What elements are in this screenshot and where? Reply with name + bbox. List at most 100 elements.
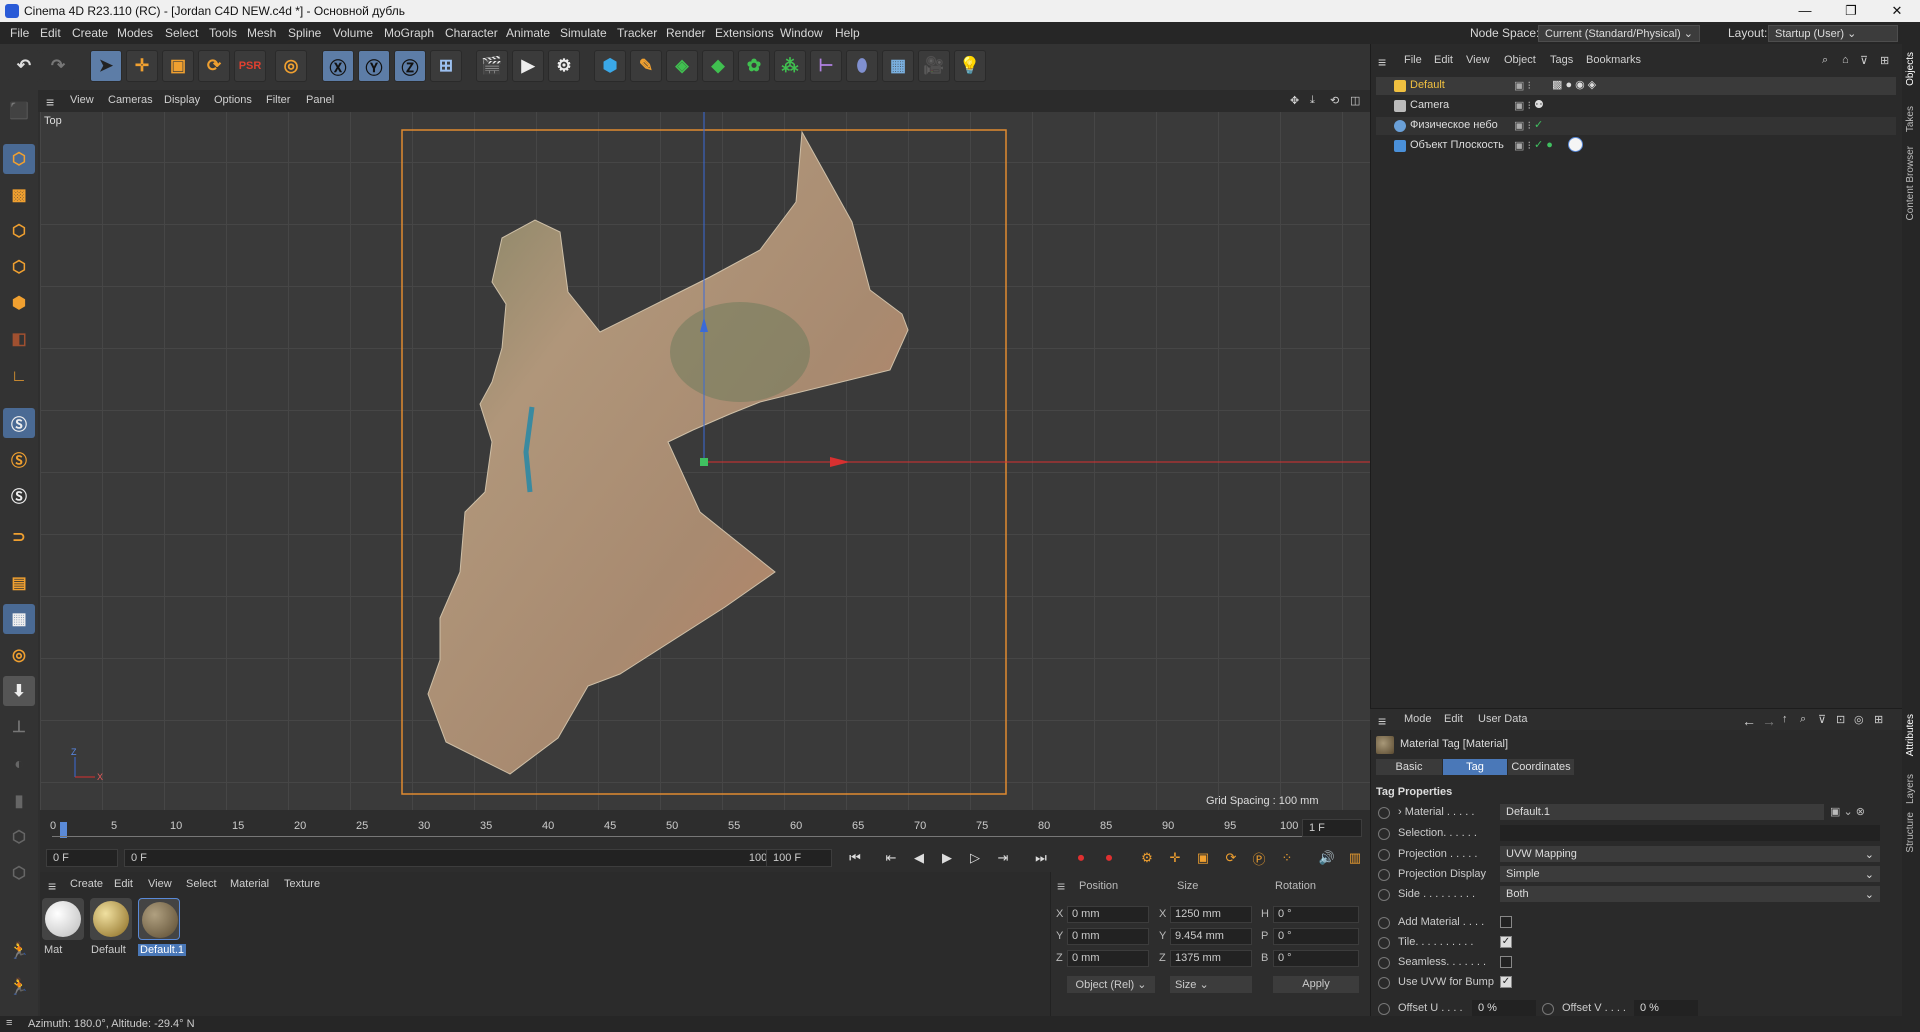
menu-tracker[interactable]: Tracker: [617, 26, 657, 40]
rotation-p-field[interactable]: 0 °: [1273, 928, 1359, 945]
attr-filter-icon[interactable]: ⊽: [1818, 713, 1826, 726]
object-filter-icon[interactable]: ⊽: [1860, 54, 1868, 67]
attr-menu-mode[interactable]: Mode: [1404, 713, 1432, 725]
projection-dropdown[interactable]: UVW Mapping ⌄: [1500, 846, 1880, 862]
viewport-menu-cameras[interactable]: Cameras: [108, 94, 153, 106]
size-z-field[interactable]: 1375 mm: [1170, 950, 1252, 967]
maximize-button[interactable]: ❐: [1828, 0, 1874, 22]
viewport-rotate-icon[interactable]: ⟲: [1330, 94, 1339, 107]
tag-icons[interactable]: ▩ ● ◉ ◈: [1552, 78, 1596, 91]
viewport-menu-options[interactable]: Options: [214, 94, 252, 106]
record-keys-icon[interactable]: ⏺: [1070, 847, 1092, 869]
extrude-generator-icon[interactable]: ◆: [702, 50, 734, 82]
object-row[interactable]: Default ▣ ⁝ ▩ ● ◉ ◈: [1376, 77, 1896, 95]
size-x-field[interactable]: 1250 mm: [1170, 906, 1252, 923]
vtab-structure[interactable]: Structure: [1905, 812, 1916, 853]
redo-icon[interactable]: ↷: [42, 50, 74, 82]
solo-single-icon[interactable]: Ⓢ: [3, 444, 35, 474]
camera-tag-icon[interactable]: ⚉: [1534, 98, 1544, 111]
material-tag-icon[interactable]: [1568, 137, 1583, 152]
subdivision-surface-icon[interactable]: ◈: [666, 50, 698, 82]
object-home-icon[interactable]: ⌂: [1842, 54, 1849, 66]
attr-new-window-icon[interactable]: ⊞: [1874, 713, 1883, 726]
menu-edit[interactable]: Edit: [40, 26, 61, 40]
vtab-takes[interactable]: Takes: [1905, 106, 1916, 132]
animate-radio-icon[interactable]: [1378, 828, 1390, 840]
material-menu-material[interactable]: Material: [230, 878, 269, 890]
character-pose-icon[interactable]: 🏃: [3, 972, 35, 1002]
key-pla-icon[interactable]: ⁘: [1276, 847, 1298, 869]
rotate-icon[interactable]: ⟳: [198, 50, 230, 82]
autokeying-icon[interactable]: ⏺: [1098, 847, 1120, 869]
previous-key-icon[interactable]: ⇤: [880, 847, 902, 869]
camera-icon[interactable]: 🎥: [918, 50, 950, 82]
key-scale-icon[interactable]: ▣: [1192, 847, 1214, 869]
animate-radio-icon[interactable]: [1378, 957, 1390, 969]
render-settings-icon[interactable]: ⚙: [548, 50, 580, 82]
material-link-buttons-icon[interactable]: ▣ ⌄ ⊗: [1830, 805, 1865, 818]
position-x-field[interactable]: 0 mm: [1067, 906, 1149, 923]
material-menu-select[interactable]: Select: [186, 878, 217, 890]
menu-tools[interactable]: Tools: [209, 26, 237, 40]
material-swatch[interactable]: [90, 898, 132, 940]
menu-mograph[interactable]: MoGraph: [384, 26, 434, 40]
up-arrow-icon[interactable]: ↑: [1782, 713, 1788, 725]
object-menu-file[interactable]: File: [1404, 54, 1422, 66]
object-row[interactable]: Camera ▣ ⁝ ⚉: [1376, 97, 1896, 115]
visibility-toggle-icon[interactable]: ▣ ⁝: [1514, 119, 1531, 132]
object-origin-handle[interactable]: [700, 458, 708, 466]
mograph-icon[interactable]: ⁂: [774, 50, 806, 82]
animate-radio-icon[interactable]: [1378, 917, 1390, 929]
jordan-terrain-plane[interactable]: [427, 130, 909, 775]
position-z-field[interactable]: 0 mm: [1067, 950, 1149, 967]
material-menu-view[interactable]: View: [148, 878, 172, 890]
menu-modes[interactable]: Modes: [117, 26, 153, 40]
viewport-menu-filter[interactable]: Filter: [266, 94, 290, 106]
material-swatch[interactable]: [42, 898, 84, 940]
coord-menu-hamburger-icon[interactable]: ≡: [1057, 878, 1065, 894]
material-swatch-selected[interactable]: [138, 898, 180, 940]
z-axis-lock-icon[interactable]: Ⓩ: [394, 50, 426, 82]
edges-mode-icon[interactable]: ⬡: [3, 252, 35, 282]
menu-spline[interactable]: Spline: [288, 26, 321, 40]
minimize-button[interactable]: —: [1782, 0, 1828, 22]
rotation-h-field[interactable]: 0 °: [1273, 906, 1359, 923]
locked-workplane-icon[interactable]: ◎: [3, 640, 35, 670]
undo-icon[interactable]: ↶: [8, 50, 40, 82]
live-selection-icon[interactable]: ◎: [275, 50, 307, 82]
add-material-checkbox[interactable]: [1500, 916, 1512, 928]
vtab-objects[interactable]: Objects: [1905, 52, 1916, 86]
y-axis-lock-icon[interactable]: Ⓨ: [358, 50, 390, 82]
workplane-grid-icon[interactable]: ▦: [3, 604, 35, 634]
scale-icon[interactable]: ▣: [162, 50, 194, 82]
projection-display-dropdown[interactable]: Simple ⌄: [1500, 866, 1880, 882]
enabled-check-icon[interactable]: ✓ ●: [1534, 138, 1553, 151]
vtab-layers[interactable]: Layers: [1905, 774, 1916, 804]
menu-select[interactable]: Select: [165, 26, 198, 40]
object-menu-tags[interactable]: Tags: [1550, 54, 1573, 66]
use-uvw-bump-checkbox[interactable]: ✓: [1500, 976, 1512, 988]
object-menu-bookmarks[interactable]: Bookmarks: [1586, 54, 1641, 66]
object-menu-edit[interactable]: Edit: [1434, 54, 1453, 66]
points-mode-icon[interactable]: ⬡: [3, 216, 35, 246]
coordinate-system-icon[interactable]: ⊞: [430, 50, 462, 82]
attr-lock-icon[interactable]: ⊡: [1836, 713, 1845, 726]
menu-render[interactable]: Render: [666, 26, 705, 40]
previous-frame-icon[interactable]: ◀: [908, 847, 930, 869]
x-axis-handle-icon[interactable]: [830, 457, 850, 467]
animate-radio-icon[interactable]: [1378, 977, 1390, 989]
current-frame-field[interactable]: 1 F: [1302, 819, 1362, 837]
timeline-window-icon[interactable]: 🔊: [1316, 847, 1338, 869]
animate-radio-icon[interactable]: [1378, 937, 1390, 949]
timeline-ruler[interactable]: 0 5 10 15 20 25 30 35 40 45 50 55 60 65 …: [40, 810, 1370, 846]
visibility-toggle-icon[interactable]: ▣ ⁝: [1514, 139, 1531, 152]
vtab-content-browser[interactable]: Content Browser: [1905, 146, 1916, 220]
selection-field[interactable]: [1500, 825, 1880, 841]
menu-simulate[interactable]: Simulate: [560, 26, 607, 40]
viewport-menu-view[interactable]: View: [70, 94, 94, 106]
menu-mesh[interactable]: Mesh: [247, 26, 276, 40]
ghost-icon[interactable]: ⬡: [3, 858, 35, 888]
viewport-zoom-icon[interactable]: ⤓: [1310, 94, 1315, 107]
key-parameter-icon[interactable]: Ⓟ: [1248, 847, 1270, 869]
enabled-check-icon[interactable]: ✓: [1534, 118, 1543, 131]
